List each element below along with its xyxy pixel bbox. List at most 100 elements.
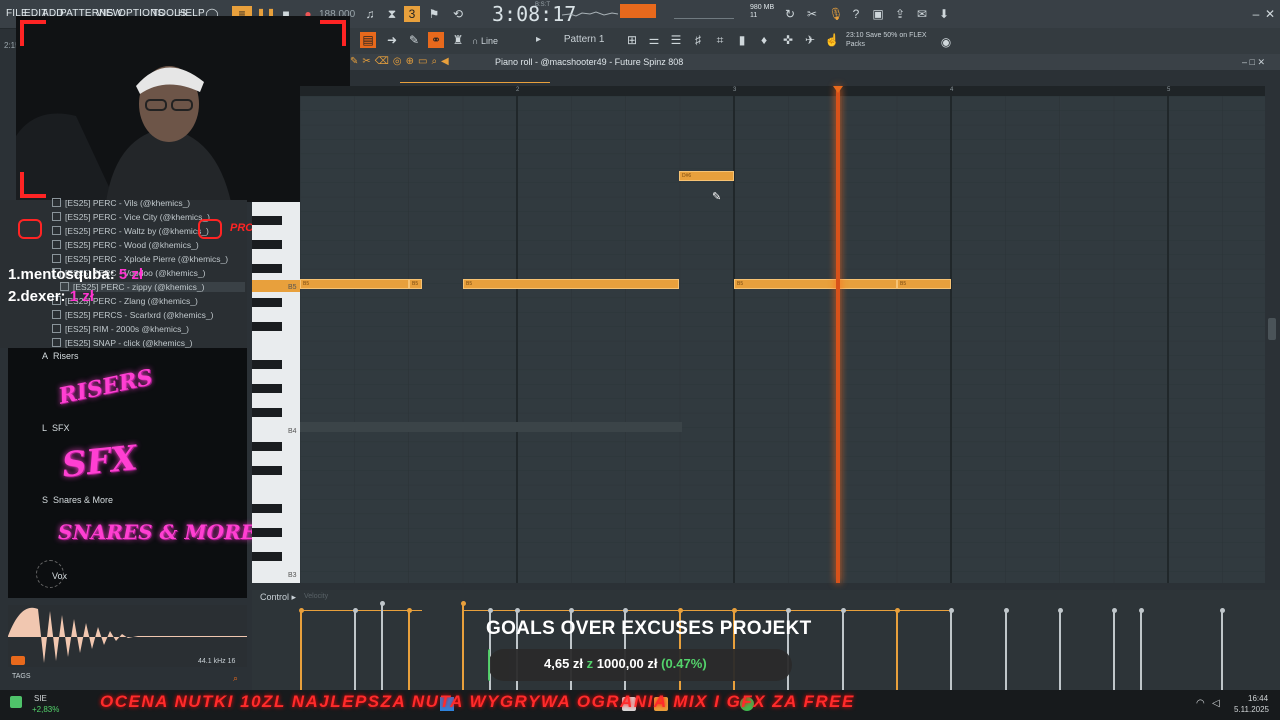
- black-key[interactable]: [252, 264, 282, 273]
- master-volume-slider[interactable]: [674, 6, 734, 19]
- mixer-icon[interactable]: ⚌: [646, 32, 662, 48]
- search-icon[interactable]: ⌕: [233, 673, 238, 684]
- save-icon[interactable]: ▣: [870, 6, 886, 22]
- channel-rack-icon[interactable]: ⊞: [624, 32, 640, 48]
- note-b5[interactable]: B5: [409, 279, 422, 289]
- snap-value: Line: [480, 36, 498, 46]
- volume-icon[interactable]: ◁: [1212, 698, 1220, 709]
- draw-icon[interactable]: ✎: [406, 32, 422, 48]
- category-sfx[interactable]: L SFX: [42, 423, 70, 433]
- chat-icon[interactable]: ✉: [914, 6, 930, 22]
- list-item[interactable]: [ES25] SNAP - click (@khemics_): [52, 338, 193, 348]
- black-key[interactable]: [252, 360, 282, 369]
- news-panel[interactable]: 23:10 Save 50% on FLEX Packs: [846, 31, 927, 49]
- scroll-thumb[interactable]: [1268, 318, 1276, 340]
- mic-icon[interactable]: 🎙: [828, 6, 844, 22]
- velocity-bar[interactable]: [948, 608, 954, 690]
- category-snares[interactable]: S Snares & More: [42, 495, 113, 505]
- plugin-icon[interactable]: ♦: [756, 32, 772, 48]
- vertical-scrollbar[interactable]: [1266, 96, 1278, 583]
- velocity-bar[interactable]: [840, 608, 846, 690]
- list-item[interactable]: [ES25] PERC - Vice City (@khemics_): [52, 212, 210, 222]
- loop-record-icon[interactable]: ⟲: [450, 6, 466, 22]
- piano-roll-window-controls[interactable]: – □ ✕: [1242, 57, 1265, 68]
- link-icon[interactable]: ⚭: [428, 32, 444, 48]
- velocity-bar[interactable]: [1003, 608, 1009, 690]
- step-edit-button[interactable]: 3: [404, 6, 420, 22]
- velocity-bar[interactable]: [1057, 608, 1063, 690]
- timeline-ruler[interactable]: 2 3 4 5: [300, 86, 1265, 96]
- list-item[interactable]: [ES25] PERCS - Scarlxrd (@khemics_): [52, 310, 213, 320]
- black-key[interactable]: [252, 552, 282, 561]
- black-key[interactable]: [252, 384, 282, 393]
- wifi-icon[interactable]: ◠: [1196, 698, 1205, 709]
- black-key[interactable]: [252, 504, 282, 513]
- file-icon[interactable]: ▮: [734, 32, 750, 48]
- list-item[interactable]: [ES25] PERC - Wood (@khemics_): [52, 240, 199, 250]
- list-item[interactable]: [ES25] PERC - Xplode Pierre (@khemics_): [52, 254, 228, 264]
- metronome-icon[interactable]: ♫: [362, 6, 378, 22]
- donor-rank: 1.: [8, 266, 21, 283]
- control-select[interactable]: Control ▸: [260, 592, 296, 603]
- cut-icon[interactable]: ✂: [804, 6, 820, 22]
- snap-select[interactable]: ∩ Line: [472, 36, 498, 46]
- pattern-mode-icon[interactable]: ▤: [360, 32, 376, 48]
- arrow-icon[interactable]: ➜: [384, 32, 400, 48]
- black-key[interactable]: [252, 466, 282, 475]
- black-key[interactable]: [252, 298, 282, 307]
- playhead-marker-icon[interactable]: [833, 86, 843, 93]
- list-item-label: [ES25] PERC - Vice City (@khemics_): [65, 212, 210, 222]
- stock-icon[interactable]: [10, 696, 22, 708]
- touch-icon[interactable]: ☝: [824, 32, 840, 48]
- black-key[interactable]: [252, 240, 282, 249]
- velocity-bar[interactable]: [894, 608, 900, 690]
- stamp-icon[interactable]: ♜: [450, 32, 466, 48]
- black-key[interactable]: [252, 322, 282, 331]
- clock[interactable]: 16:44: [1248, 694, 1268, 703]
- velocity-bar[interactable]: [1138, 608, 1144, 690]
- close-window-icon[interactable]: ✕: [1262, 6, 1278, 22]
- refresh-icon[interactable]: ↻: [782, 6, 798, 22]
- piano-roll-tools-icon[interactable]: ✎✂⌫◎⊕▭⌕◀: [350, 56, 453, 67]
- help-icon[interactable]: ?: [848, 6, 864, 22]
- download-icon[interactable]: ⬇: [936, 6, 952, 22]
- velocity-bar[interactable]: [298, 608, 304, 690]
- speaker-icon[interactable]: [11, 656, 25, 665]
- blend-icon[interactable]: ⚑: [426, 6, 442, 22]
- list-item[interactable]: [ES25] PERC - Vils (@khemics_): [52, 198, 190, 208]
- date[interactable]: 5.11.2025: [1234, 705, 1269, 714]
- velocity-bar[interactable]: [406, 608, 412, 690]
- velocity-bar[interactable]: [1219, 608, 1225, 690]
- export-icon[interactable]: ⇪: [892, 6, 908, 22]
- pattern-select[interactable]: ▸ Pattern 1: [536, 34, 604, 45]
- velocity-bar[interactable]: [379, 601, 385, 690]
- velocity-bar[interactable]: [1111, 608, 1117, 690]
- plugin-picker-icon[interactable]: ✈: [802, 32, 818, 48]
- list-item[interactable]: [ES25] RIM - 2000s @khemics_): [52, 324, 189, 334]
- black-key[interactable]: [252, 216, 282, 225]
- note-b5[interactable]: B5: [897, 279, 951, 289]
- list-item[interactable]: [ES25] PERC - Waltz by (@khemics_): [52, 226, 209, 236]
- octave-label-b4: B4: [288, 428, 297, 435]
- note-high[interactable]: D#6: [679, 171, 734, 181]
- weather-label[interactable]: SIE: [34, 694, 47, 703]
- browser-icon[interactable]: ⌗: [712, 32, 728, 48]
- category-risers[interactable]: A Risers: [42, 351, 79, 361]
- piano-roll-icon[interactable]: ♯: [690, 32, 706, 48]
- playlist-icon[interactable]: ☰: [668, 32, 684, 48]
- note-b5[interactable]: B5: [734, 279, 897, 289]
- black-key[interactable]: [252, 408, 282, 417]
- wait-icon[interactable]: ⧗: [384, 6, 400, 22]
- tools-icon[interactable]: ✜: [780, 32, 796, 48]
- note-grid[interactable]: [300, 96, 1265, 583]
- black-key[interactable]: [252, 528, 282, 537]
- velocity-bar[interactable]: [460, 601, 466, 690]
- note-b5[interactable]: B5: [300, 279, 409, 289]
- audio-file-icon: [52, 240, 61, 249]
- piano-keyboard[interactable]: [252, 202, 300, 583]
- category-letter: S: [42, 495, 49, 505]
- note-b5[interactable]: B5: [463, 279, 679, 289]
- black-key[interactable]: [252, 442, 282, 451]
- playhead[interactable]: [836, 86, 840, 583]
- velocity-bar[interactable]: [352, 608, 358, 690]
